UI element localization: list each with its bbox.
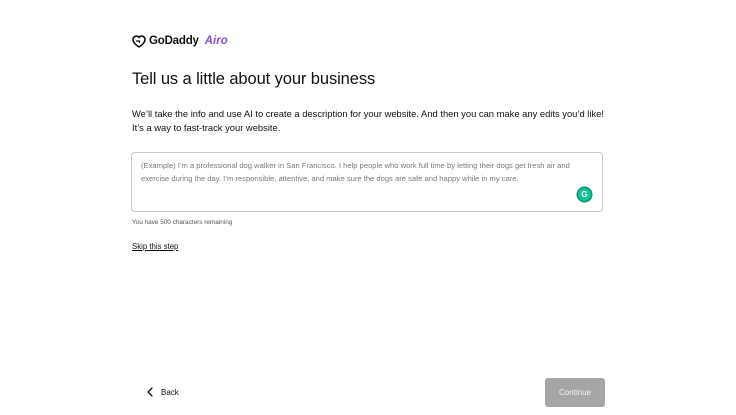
business-description-input[interactable] (141, 159, 593, 205)
grammarly-icon[interactable]: G (578, 188, 591, 201)
page-title: Tell us a little about your business (132, 70, 376, 88)
page: GoDaddy Airo Tell us a little about your… (0, 0, 736, 415)
back-button-label: Back (161, 387, 179, 397)
continue-button[interactable]: Continue (545, 378, 605, 407)
intro-text: We’ll take the info and use AI to create… (132, 108, 604, 133)
business-description-box: G (131, 152, 603, 212)
godaddy-airo-logo[interactable]: GoDaddy Airo (132, 33, 228, 49)
characters-remaining: You have 500 characters remaining (132, 219, 233, 226)
product-name: Airo (204, 35, 228, 47)
chevron-left-icon (147, 387, 153, 397)
godaddy-logo-icon (132, 34, 146, 48)
brand-name: GoDaddy (149, 35, 199, 47)
back-button[interactable]: Back (146, 384, 179, 400)
skip-step-link[interactable]: Skip this step (132, 242, 178, 251)
